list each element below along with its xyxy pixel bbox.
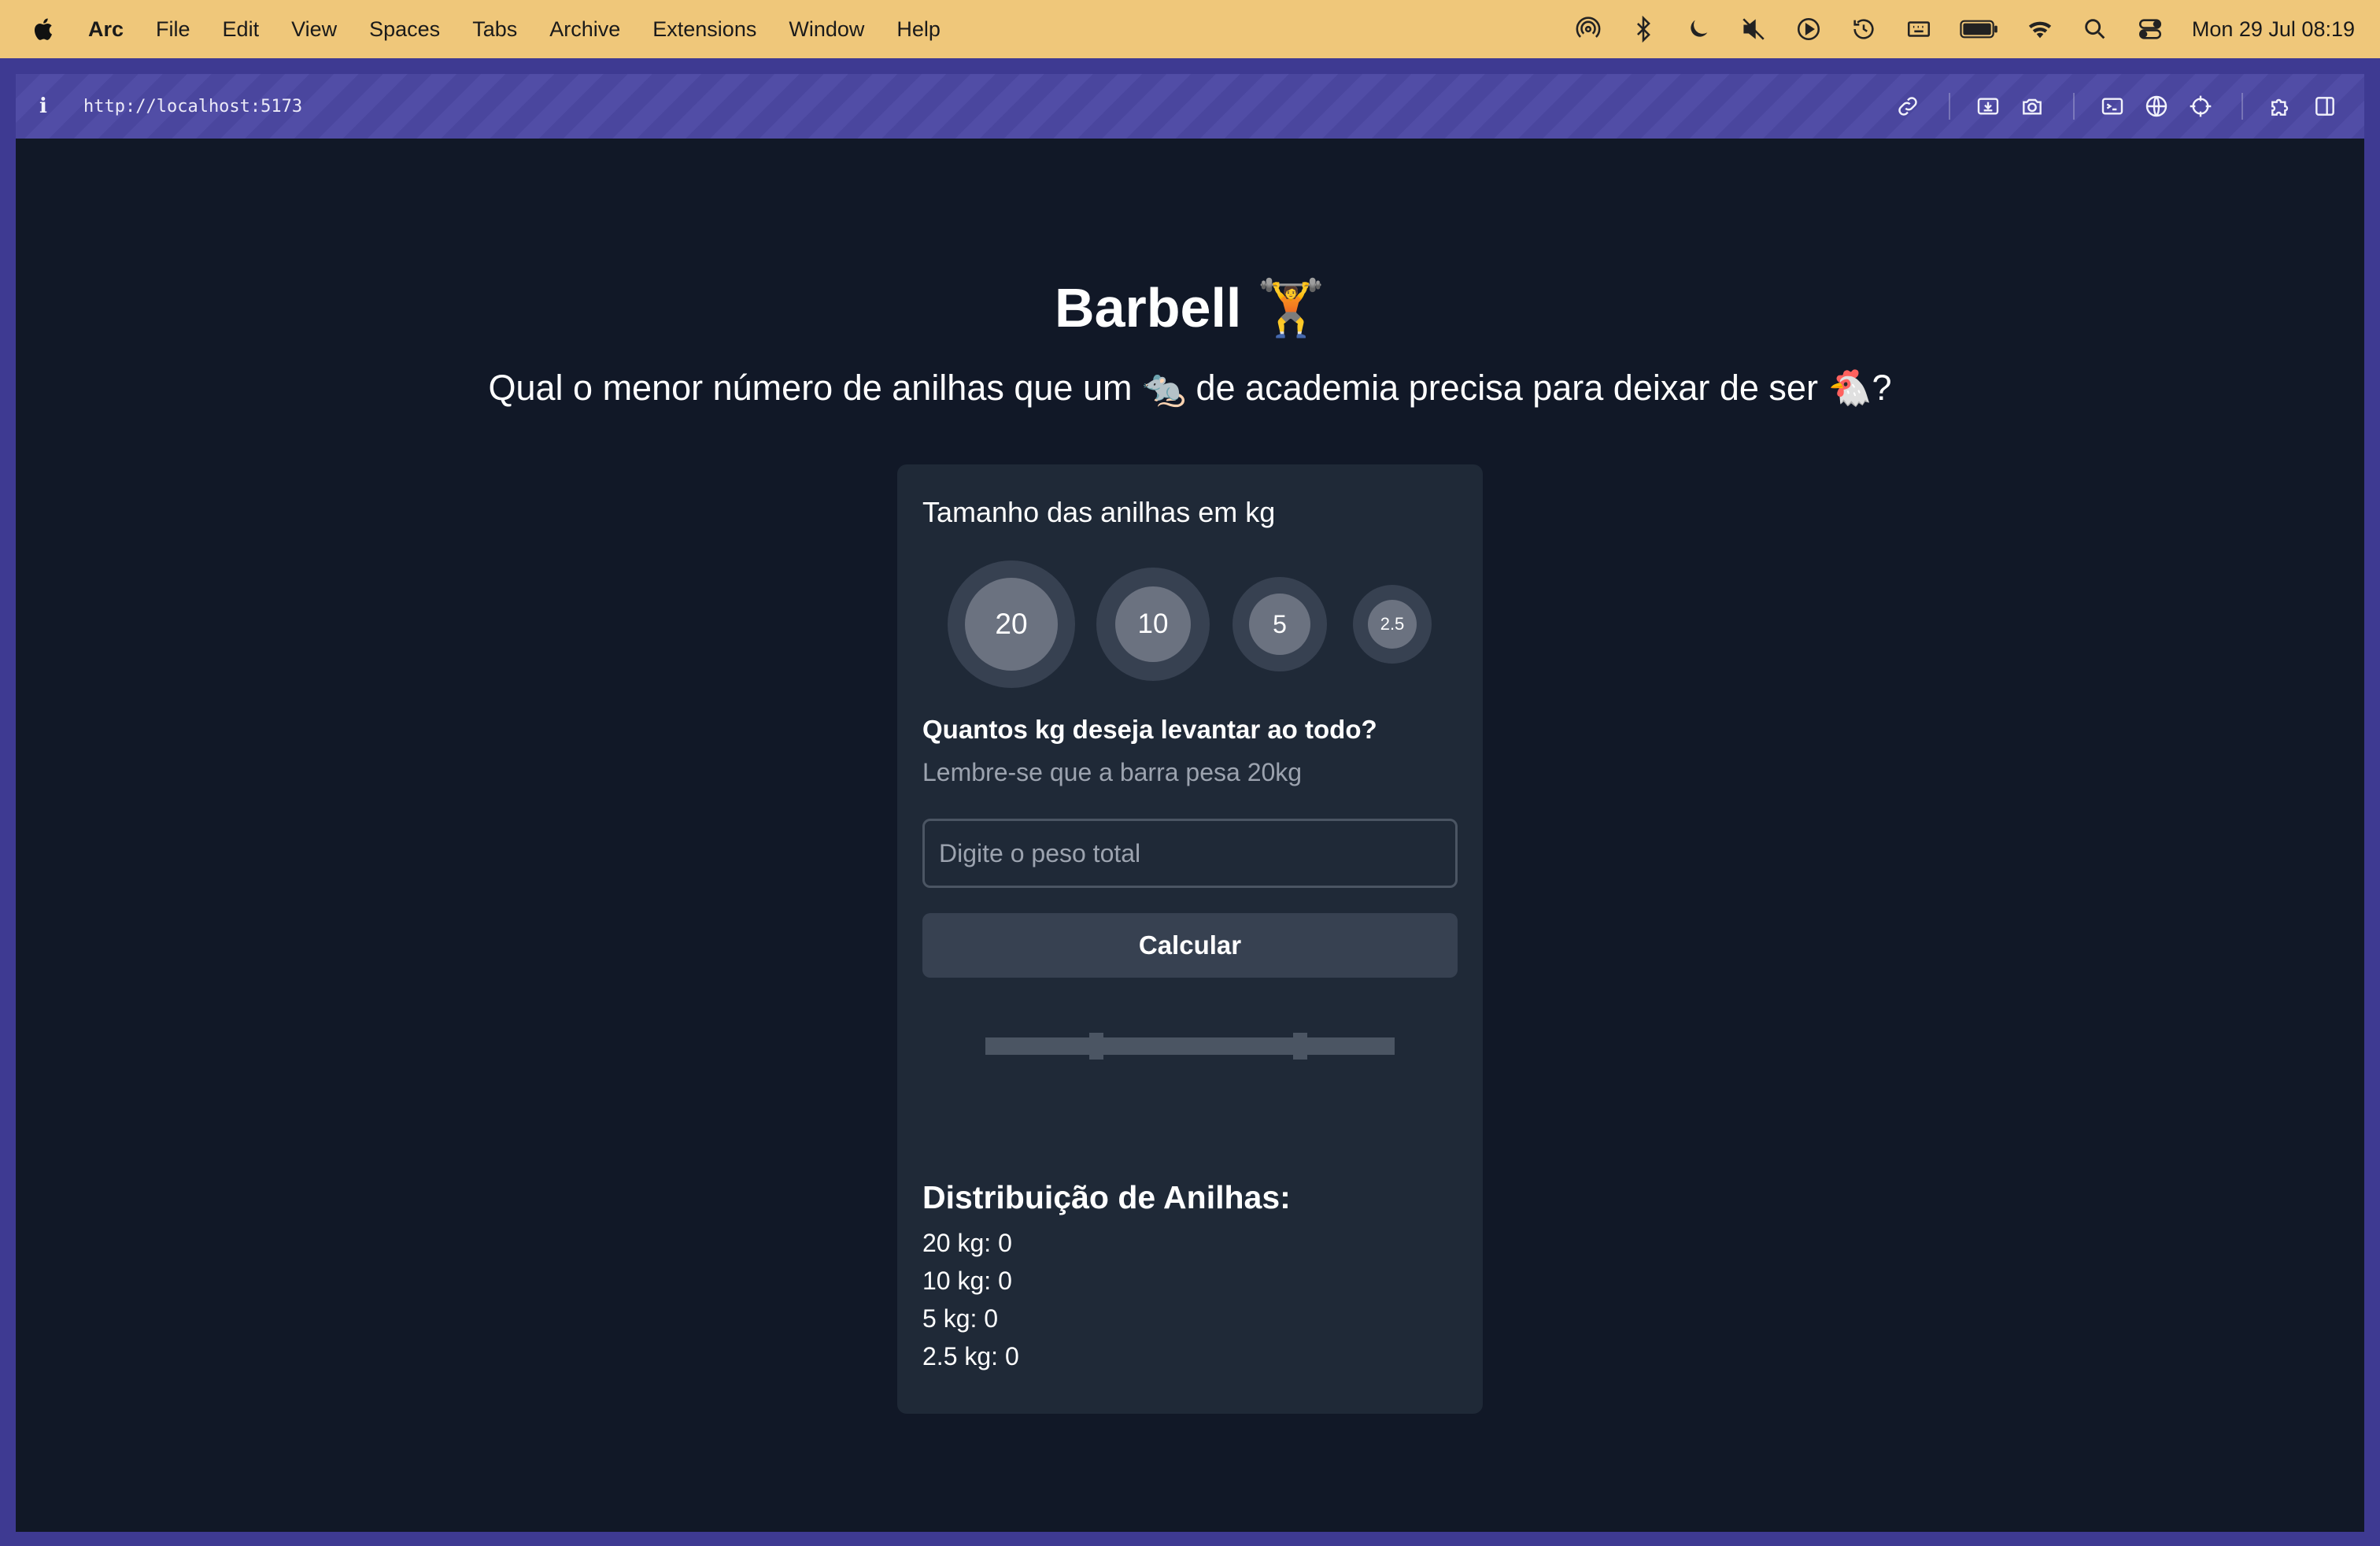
capture-icon[interactable] [1972, 91, 2004, 122]
time-machine-icon[interactable] [1849, 14, 1879, 44]
browser-window: i http://localhost:5173 Barbell 🏋️ Qual … [0, 58, 2380, 1546]
page-subtitle: Qual o menor número de anilhas que um 🐀 … [488, 368, 1892, 408]
globe-icon[interactable] [2141, 91, 2172, 122]
menu-clock[interactable]: Mon 29 Jul 08:19 [2192, 17, 2355, 42]
menu-extensions[interactable]: Extensions [652, 17, 756, 42]
menu-bar-left: Arc File Edit View Spaces Tabs Archive E… [31, 17, 973, 42]
distribution-title: Distribuição de Anilhas: [922, 1179, 1291, 1215]
distribution-item: 2.5 kg: 0 [922, 1342, 1019, 1370]
bar-weight-hint: Lembre-se que a barra pesa 20kg [922, 758, 1303, 786]
toolbar-separator [1949, 93, 1950, 120]
menu-tabs[interactable]: Tabs [472, 17, 517, 42]
keyboard-icon[interactable] [1904, 14, 1934, 44]
moon-icon[interactable] [1683, 14, 1713, 44]
plates-heading: Tamanho das anilhas em kg [922, 496, 1276, 528]
crosshair-icon[interactable] [2185, 91, 2216, 122]
battery-icon[interactable] [1959, 14, 2000, 44]
extensions-icon[interactable] [2265, 91, 2297, 122]
menu-archive[interactable]: Archive [549, 17, 620, 42]
plate-label: 2.5 [1368, 600, 1417, 649]
bluetooth-icon[interactable] [1628, 14, 1658, 44]
plate-10kg[interactable]: 10 [1096, 568, 1210, 681]
barbell-collar-left [1089, 1033, 1103, 1060]
url-toolbar [1879, 91, 2341, 122]
apple-icon[interactable] [31, 17, 54, 42]
web-viewport: Barbell 🏋️ Qual o menor número de anilha… [16, 139, 2364, 1532]
wifi-icon[interactable] [2025, 14, 2055, 44]
search-icon[interactable] [2080, 14, 2110, 44]
distribution-item: 10 kg: 0 [922, 1267, 1012, 1295]
menu-edit[interactable]: Edit [223, 17, 260, 42]
airdrop-icon[interactable] [1573, 14, 1603, 44]
menu-spaces[interactable]: Spaces [369, 17, 440, 42]
plate-5kg[interactable]: 5 [1232, 577, 1327, 671]
barbell-collar-right [1293, 1033, 1307, 1060]
url-bar[interactable]: i http://localhost:5173 [16, 74, 2364, 139]
distribution-item: 20 kg: 0 [922, 1229, 1012, 1257]
url-text[interactable]: http://localhost:5173 [83, 97, 302, 117]
plate-label: 5 [1249, 594, 1310, 655]
page-title: Barbell 🏋️ [1055, 277, 1325, 338]
mute-icon[interactable] [1739, 14, 1768, 44]
plate-label: 20 [965, 578, 1058, 671]
plate-label: 10 [1115, 586, 1191, 662]
split-view-icon[interactable] [2309, 91, 2341, 122]
plate-20kg[interactable]: 20 [948, 560, 1075, 688]
weight-question: Quantos kg deseja levantar ao todo? [922, 715, 1377, 744]
menu-window[interactable]: Window [789, 17, 864, 42]
menu-bar-right: Mon 29 Jul 08:19 [1548, 14, 2355, 44]
info-icon[interactable]: i [39, 94, 66, 118]
barbell-shaft [985, 1037, 1395, 1055]
distribution-item: 5 kg: 0 [922, 1304, 999, 1333]
menu-bar: Arc File Edit View Spaces Tabs Archive E… [0, 0, 2380, 58]
link-icon[interactable] [1892, 91, 1924, 122]
calculator-card: Tamanho das anilhas em kg 20 10 5 2.5 Qu… [897, 464, 1483, 1414]
menu-view[interactable]: View [291, 17, 337, 42]
control-center-icon[interactable] [2135, 14, 2165, 44]
toolbar-separator [2241, 93, 2243, 120]
camera-icon[interactable] [2016, 91, 2048, 122]
menu-file[interactable]: File [156, 17, 190, 42]
toolbar-separator [2073, 93, 2075, 120]
play-icon[interactable] [1794, 14, 1824, 44]
menu-app-name[interactable]: Arc [88, 17, 124, 42]
distribution-list: 20 kg: 0 10 kg: 0 5 kg: 0 2.5 kg: 0 [922, 1224, 1019, 1375]
plate-2-5kg[interactable]: 2.5 [1353, 585, 1432, 664]
total-weight-input[interactable] [922, 819, 1458, 888]
menu-help[interactable]: Help [896, 17, 941, 42]
calculate-button[interactable]: Calcular [922, 913, 1458, 978]
terminal-icon[interactable] [2097, 91, 2128, 122]
